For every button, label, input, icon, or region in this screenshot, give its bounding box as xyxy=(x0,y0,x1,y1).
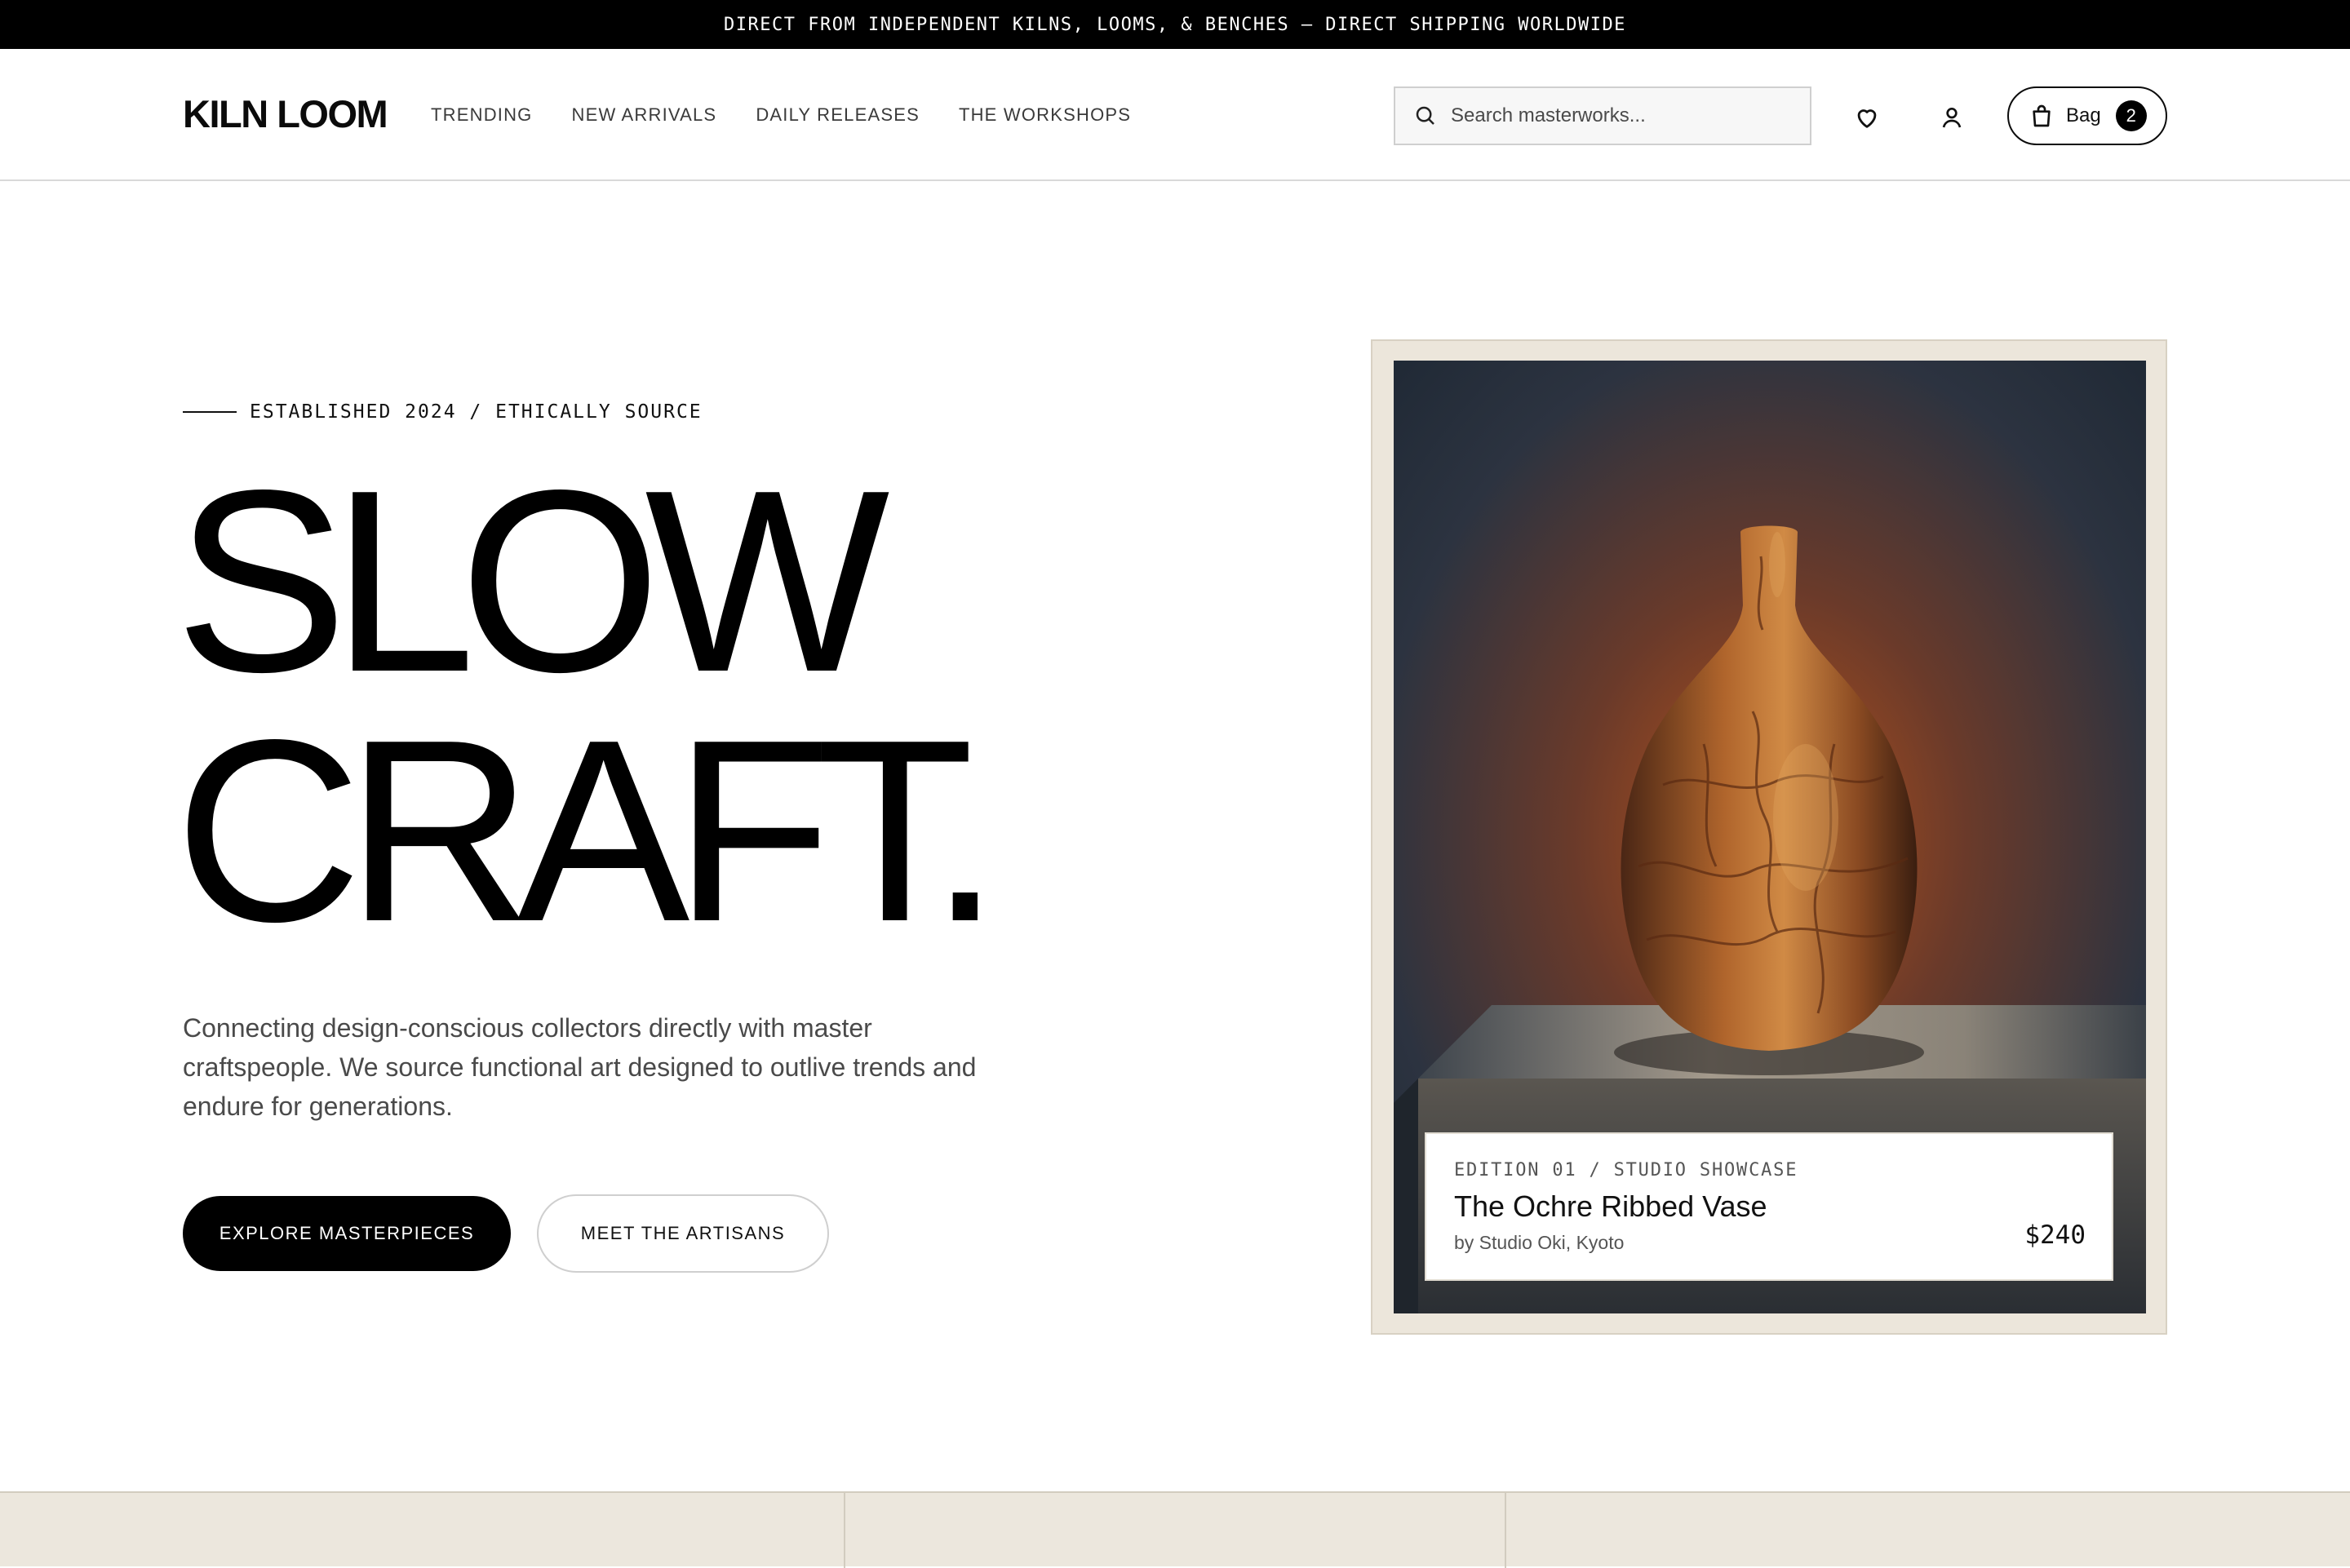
bag-label: Bag xyxy=(2066,104,2101,126)
featured-product-caption[interactable]: EDITION 01 / STUDIO SHOWCASE The Ochre R… xyxy=(1425,1132,2113,1281)
product-maker: by Studio Oki, Kyoto xyxy=(1454,1232,1625,1253)
hero-headline: SLOW CRAFT. xyxy=(175,436,1001,976)
meet-the-artisans-button[interactable]: MEET THE ARTISANS xyxy=(537,1194,829,1273)
nav-item-trending[interactable]: TRENDING xyxy=(431,104,533,126)
explore-masterpieces-button[interactable]: EXPLORE MASTERPIECES xyxy=(183,1196,511,1271)
hero-eyebrow: ESTABLISHED 2024 / ETHICALLY SOURCE xyxy=(183,401,703,423)
strip-cell-3 xyxy=(1505,1493,2350,1568)
headline-line-2: CRAFT. xyxy=(175,686,1001,976)
shopping-bag-icon xyxy=(2033,104,2051,127)
bag-count-badge: 2 xyxy=(2115,100,2147,131)
search-box[interactable] xyxy=(1394,86,1811,145)
headline-line-1: SLOW xyxy=(175,436,889,726)
search-icon xyxy=(1416,106,1434,125)
product-price: $240 xyxy=(2024,1220,2086,1250)
site-header: KILN LOOM TRENDING NEW ARRIVALS DAILY RE… xyxy=(0,49,2350,181)
wishlist-button[interactable] xyxy=(1849,100,1885,135)
nav-item-daily-releases[interactable]: DAILY RELEASES xyxy=(756,104,920,126)
announcement-text: DIRECT FROM INDEPENDENT KILNS, LOOMS, & … xyxy=(724,14,1626,35)
eyebrow-text: ESTABLISHED 2024 / ETHICALLY SOURCE xyxy=(250,401,703,423)
featured-product-frame: EDITION 01 / STUDIO SHOWCASE The Ochre R… xyxy=(1371,339,2167,1335)
bag-button[interactable]: Bag 2 xyxy=(2007,86,2167,145)
heart-icon xyxy=(1857,109,1877,128)
account-button[interactable] xyxy=(1934,100,1970,135)
nav-item-the-workshops[interactable]: THE WORKSHOPS xyxy=(959,104,1131,126)
eyebrow-rule xyxy=(183,411,237,413)
announcement-bar: DIRECT FROM INDEPENDENT KILNS, LOOMS, & … xyxy=(0,0,2350,49)
user-icon xyxy=(1942,108,1962,128)
main-nav: TRENDING NEW ARRIVALS DAILY RELEASES THE… xyxy=(431,104,1170,126)
bottom-feature-strip xyxy=(0,1491,2350,1568)
logo[interactable]: KILN LOOM xyxy=(183,91,388,136)
strip-cell-1 xyxy=(0,1493,845,1568)
hero-description: Connecting design-conscious collectors d… xyxy=(183,1013,977,1121)
caption-eyebrow: EDITION 01 / STUDIO SHOWCASE xyxy=(1454,1160,1798,1180)
featured-product-image[interactable]: EDITION 01 / STUDIO SHOWCASE The Ochre R… xyxy=(1394,361,2146,1313)
search-input[interactable] xyxy=(1449,104,1795,128)
product-title[interactable]: The Ochre Ribbed Vase xyxy=(1454,1189,1767,1224)
strip-cell-2 xyxy=(844,1493,1506,1568)
nav-item-new-arrivals[interactable]: NEW ARRIVALS xyxy=(572,104,717,126)
